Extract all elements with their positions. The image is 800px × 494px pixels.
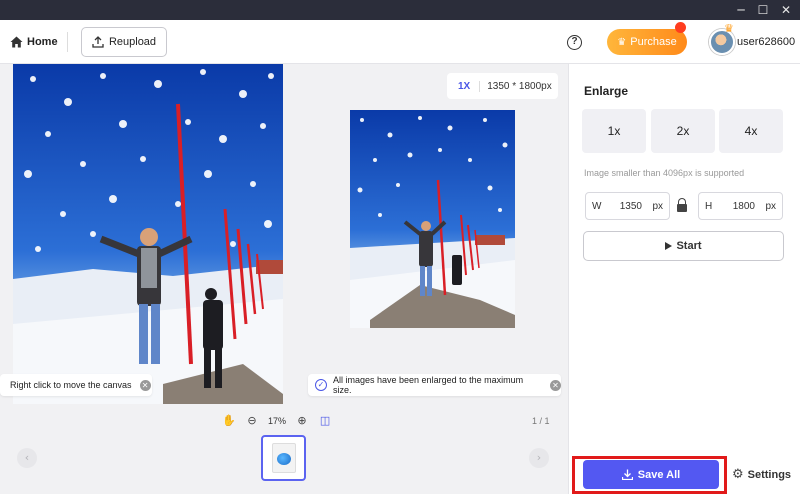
enlarged-image[interactable] xyxy=(350,110,515,328)
home-icon xyxy=(10,36,23,48)
zoom-controls: ✋ ⊖ 17% ⊕ ◫ xyxy=(222,413,332,429)
username[interactable]: user628600 xyxy=(737,36,795,48)
start-label: Start xyxy=(676,240,702,252)
canvas-hint-text: Right click to move the canvas xyxy=(10,380,132,390)
compare-view-icon[interactable]: ◫ xyxy=(318,414,332,428)
divider xyxy=(67,32,68,52)
width-label: W xyxy=(592,201,602,212)
settings-label: Settings xyxy=(747,468,792,481)
purchase-button[interactable]: ♛ Purchase xyxy=(607,29,687,55)
canvas-hint-toast: Right click to move the canvas ✕ xyxy=(0,374,152,396)
height-value: 1800 xyxy=(732,201,755,212)
zoom-out-icon[interactable]: ⊖ xyxy=(245,414,259,428)
panel-title: Enlarge xyxy=(584,84,629,98)
preview-area[interactable]: 1X 1350 * 1800px Right click to move the… xyxy=(0,64,568,494)
scale-2x-button[interactable]: 2x xyxy=(651,109,715,153)
scale-4x-button[interactable]: 4x xyxy=(719,109,783,153)
top-toolbar: Home Reupload ? ♛ Purchase ♛ user628600 xyxy=(0,20,800,64)
maximize-icon[interactable]: ☐ xyxy=(752,0,774,20)
hand-pan-icon[interactable]: ✋ xyxy=(222,414,236,428)
download-icon xyxy=(621,469,633,480)
enlarge-status-text: All images have been enlarged to the max… xyxy=(333,375,524,395)
size-hint: Image smaller than 4096px is supported xyxy=(584,168,745,178)
image-dimensions: 1350 * 1800px xyxy=(487,80,552,92)
save-all-label: Save All xyxy=(637,468,681,481)
zoom-in-icon[interactable]: ⊕ xyxy=(295,414,309,428)
scale-1x-button[interactable]: 1x xyxy=(582,109,646,153)
upload-icon xyxy=(92,36,104,48)
height-unit: px xyxy=(765,201,776,212)
page-count: 1 / 1 xyxy=(532,416,550,426)
settings-button[interactable]: ⚙ Settings xyxy=(732,467,791,482)
help-icon[interactable]: ? xyxy=(567,35,582,50)
crown-icon: ♛ xyxy=(617,36,627,48)
close-status-icon[interactable]: ✕ xyxy=(550,379,562,391)
size-indicator: 1X 1350 * 1800px xyxy=(447,73,558,99)
close-icon[interactable]: ✕ xyxy=(775,0,797,20)
home-label: Home xyxy=(27,36,58,48)
image-thumbnail[interactable] xyxy=(261,435,306,481)
minimize-icon[interactable]: ─ xyxy=(730,0,752,20)
scale-badge: 1X xyxy=(447,80,481,92)
width-field[interactable]: W 1350 px xyxy=(585,192,670,220)
width-value: 1350 xyxy=(619,201,642,212)
original-image[interactable] xyxy=(13,64,283,404)
purchase-label: Purchase xyxy=(630,36,677,48)
vip-crown-icon: ♛ xyxy=(724,22,734,35)
window-titlebar: ─ ☐ ✕ xyxy=(0,0,800,20)
reupload-label: Reupload xyxy=(108,36,157,48)
gear-icon: ⚙ xyxy=(732,467,744,482)
prev-image-button[interactable]: ‹ xyxy=(17,448,37,468)
height-label: H xyxy=(705,201,713,212)
next-image-button[interactable]: › xyxy=(529,448,549,468)
check-circle-icon: ✓ xyxy=(315,379,327,391)
thumbnail-preview xyxy=(271,443,296,473)
enlarge-panel: Enlarge 1x 2x 4x Image smaller than 4096… xyxy=(568,64,800,494)
zoom-level: 17% xyxy=(268,416,287,426)
close-hint-icon[interactable]: ✕ xyxy=(139,379,151,391)
enlarge-status-toast: ✓ All images have been enlarged to the m… xyxy=(308,374,562,396)
play-icon xyxy=(665,242,673,250)
lock-icon[interactable] xyxy=(677,198,687,212)
home-button[interactable]: Home xyxy=(10,33,58,51)
width-unit: px xyxy=(652,201,663,212)
save-all-button[interactable]: Save All xyxy=(583,460,719,489)
reupload-button[interactable]: Reupload xyxy=(81,27,167,57)
hot-badge-icon xyxy=(675,22,686,33)
height-field[interactable]: H 1800 px xyxy=(698,192,783,220)
start-button[interactable]: Start xyxy=(583,231,784,261)
